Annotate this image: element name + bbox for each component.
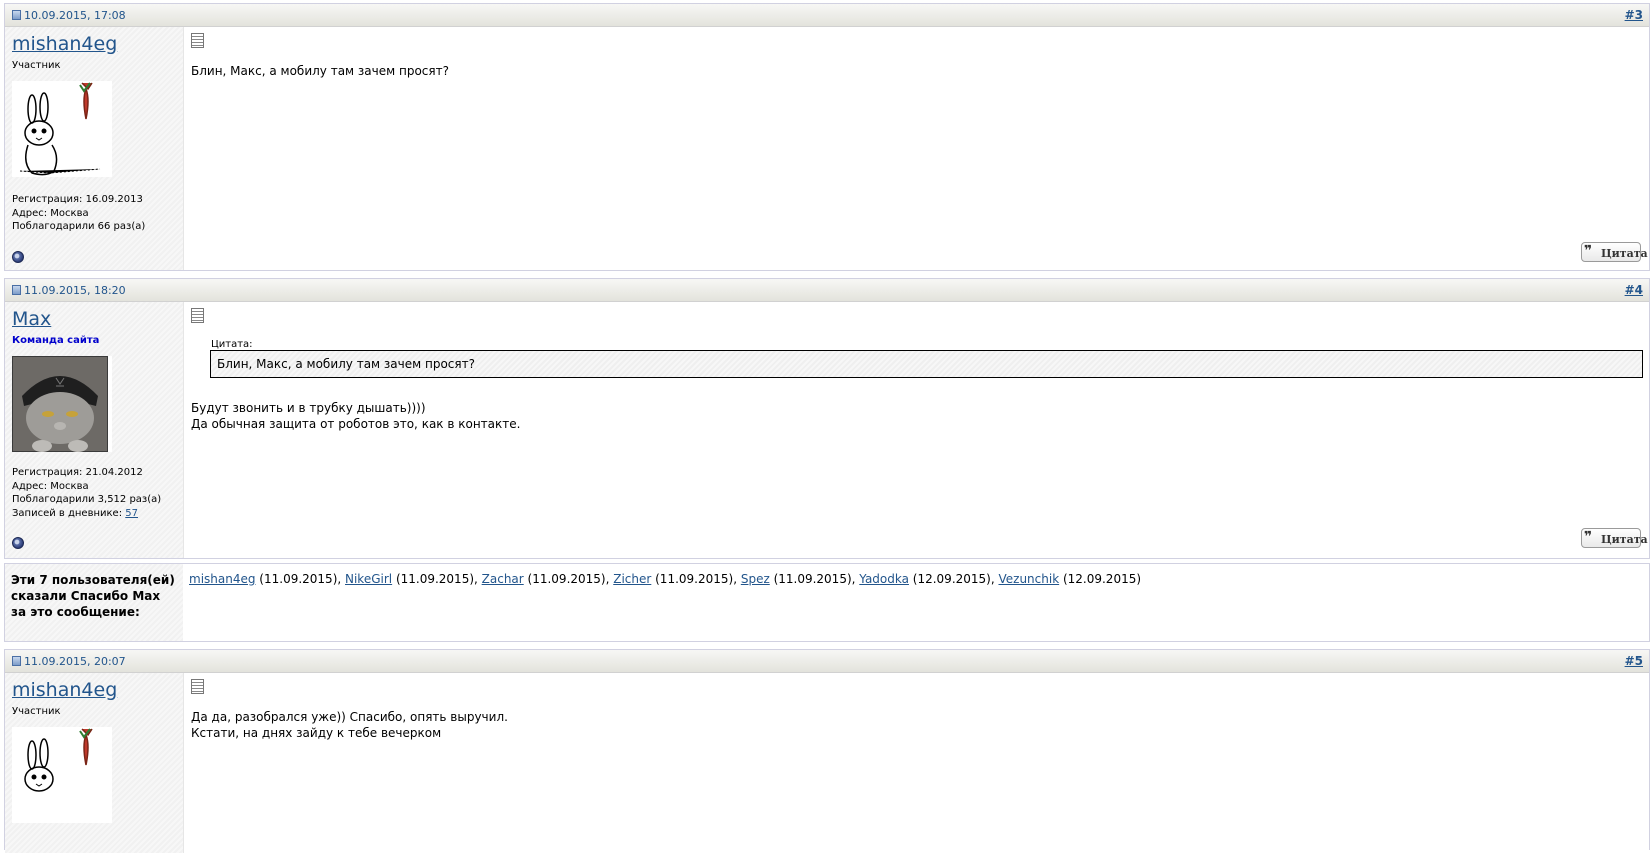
- post-date: 10.09.2015, 17:08: [12, 9, 126, 22]
- thanks-date: (12.09.2015): [1059, 572, 1142, 586]
- post-content: Блин, Макс, а мобилу там зачем просят? ❞…: [191, 27, 1648, 270]
- thanks-user-link[interactable]: Vezunchik: [998, 572, 1059, 586]
- user-title: Команда сайта: [12, 335, 100, 346]
- post-icon: [191, 33, 204, 48]
- post-message: Да да, разобрался уже)) Спасибо, опять в…: [191, 710, 508, 740]
- post-body: mishan4eg Участник Регистрация: 16.09.20…: [5, 27, 1649, 270]
- post-date: 11.09.2015, 20:07: [12, 655, 126, 668]
- post-number-link[interactable]: #3: [1625, 8, 1643, 22]
- rabbit-avatar-icon: [12, 727, 112, 823]
- thanks-date: (12.09.2015),: [908, 572, 999, 586]
- post-date-icon: [12, 10, 21, 20]
- post-number-link[interactable]: #5: [1625, 654, 1643, 668]
- quote-button[interactable]: ❞ Цитата: [1581, 242, 1648, 262]
- thanked-count: Поблагодарили 66 раз(а): [12, 221, 146, 232]
- thanks-user-link[interactable]: mishan4eg: [189, 572, 255, 586]
- post-header: 11.09.2015, 20:07 #5: [5, 650, 1649, 673]
- thanks-date: (11.09.2015),: [651, 572, 741, 586]
- thanks-date: (11.09.2015),: [255, 572, 345, 586]
- post-content: Цитата: Блин, Макс, а мобилу там зачем п…: [191, 302, 1648, 558]
- post-message: Блин, Макс, а мобилу там зачем просят?: [191, 64, 449, 78]
- post-body: mishan4eg Участник Да да, разобрался уже…: [5, 673, 1649, 853]
- registration-date: Регистрация: 21.04.2012: [12, 467, 143, 478]
- thanks-date: (11.09.2015),: [769, 572, 860, 586]
- quote-button[interactable]: ❞ Цитата: [1581, 528, 1648, 548]
- post-4: 11.09.2015, 18:20 #4 Max Команда сайта Р…: [4, 278, 1650, 559]
- quote-icon: ❞: [1584, 243, 1593, 259]
- user-info: Max Команда сайта Регистрация: 21.04.201…: [5, 302, 184, 558]
- post-number: #5: [1625, 654, 1643, 668]
- post-icon: [191, 679, 204, 694]
- thanks-user-link[interactable]: Zachar: [482, 572, 524, 586]
- post-date-icon: [12, 285, 21, 295]
- avatar[interactable]: [11, 355, 112, 453]
- post-header: 11.09.2015, 18:20 #4: [5, 279, 1649, 302]
- post-number: #4: [1625, 283, 1643, 297]
- online-status-icon: [12, 537, 24, 549]
- user-stats: Регистрация: 21.04.2012 Адрес: Москва По…: [12, 466, 161, 520]
- quote-icon: ❞: [1584, 529, 1593, 545]
- quote-box: Блин, Макс, а мобилу там зачем просят?: [210, 350, 1643, 378]
- post-header: 10.09.2015, 17:08 #3: [5, 4, 1649, 27]
- username-link[interactable]: Max: [12, 308, 51, 330]
- thanks-date: (11.09.2015),: [392, 572, 482, 586]
- thanks-label: Эти 7 пользователя(ей) сказали Спасибо M…: [5, 564, 183, 641]
- post-icon: [191, 308, 204, 323]
- diary-entries: Записей в дневнике: 57: [12, 507, 138, 519]
- post-date: 11.09.2015, 18:20: [12, 284, 126, 297]
- post-number: #3: [1625, 8, 1643, 22]
- thanks-user-link[interactable]: NikeGirl: [345, 572, 392, 586]
- thanks-user-link[interactable]: Spez: [741, 572, 770, 586]
- post-body: Max Команда сайта Регистрация: 21.04.201…: [5, 302, 1649, 558]
- rabbit-avatar-icon: [12, 81, 112, 177]
- thanks-date: (11.09.2015),: [523, 572, 614, 586]
- avatar[interactable]: [12, 727, 112, 823]
- post-content: Да да, разобрался уже)) Спасибо, опять в…: [191, 673, 1643, 853]
- user-title: Участник: [12, 706, 61, 717]
- username-link[interactable]: mishan4eg: [12, 33, 117, 55]
- post-number-link[interactable]: #4: [1625, 283, 1643, 297]
- avatar[interactable]: [12, 81, 112, 177]
- user-stats: Регистрация: 16.09.2013 Адрес: Москва По…: [12, 193, 145, 234]
- thanks-user-link[interactable]: Zicher: [613, 572, 651, 586]
- thanks-box: Эти 7 пользователя(ей) сказали Спасибо M…: [4, 563, 1650, 642]
- cat-avatar-icon: [11, 355, 109, 453]
- user-info: mishan4eg Участник: [5, 673, 184, 853]
- online-status-icon: [12, 251, 24, 263]
- post-message: Будут звонить и в трубку дышать)))) Да о…: [191, 401, 521, 431]
- quote-label: Цитата:: [211, 339, 253, 350]
- user-address: Адрес: Москва: [12, 480, 89, 492]
- thanked-count: Поблагодарили 3,512 раз(а): [12, 494, 162, 505]
- thanks-users: mishan4eg (11.09.2015), NikeGirl (11.09.…: [189, 572, 1141, 586]
- username-link[interactable]: mishan4eg: [12, 679, 117, 701]
- user-address: Адрес: Москва: [12, 207, 89, 219]
- user-title: Участник: [12, 60, 61, 71]
- registration-date: Регистрация: 16.09.2013: [12, 194, 143, 205]
- post-3: 10.09.2015, 17:08 #3 mishan4eg Участник: [4, 3, 1650, 271]
- post-date-icon: [12, 656, 21, 666]
- thanks-user-link[interactable]: Yadodka: [859, 572, 909, 586]
- diary-count-link[interactable]: 57: [125, 508, 138, 519]
- post-5: 11.09.2015, 20:07 #5 mishan4eg Участник: [4, 649, 1650, 853]
- user-info: mishan4eg Участник Регистрация: 16.09.20…: [5, 27, 184, 270]
